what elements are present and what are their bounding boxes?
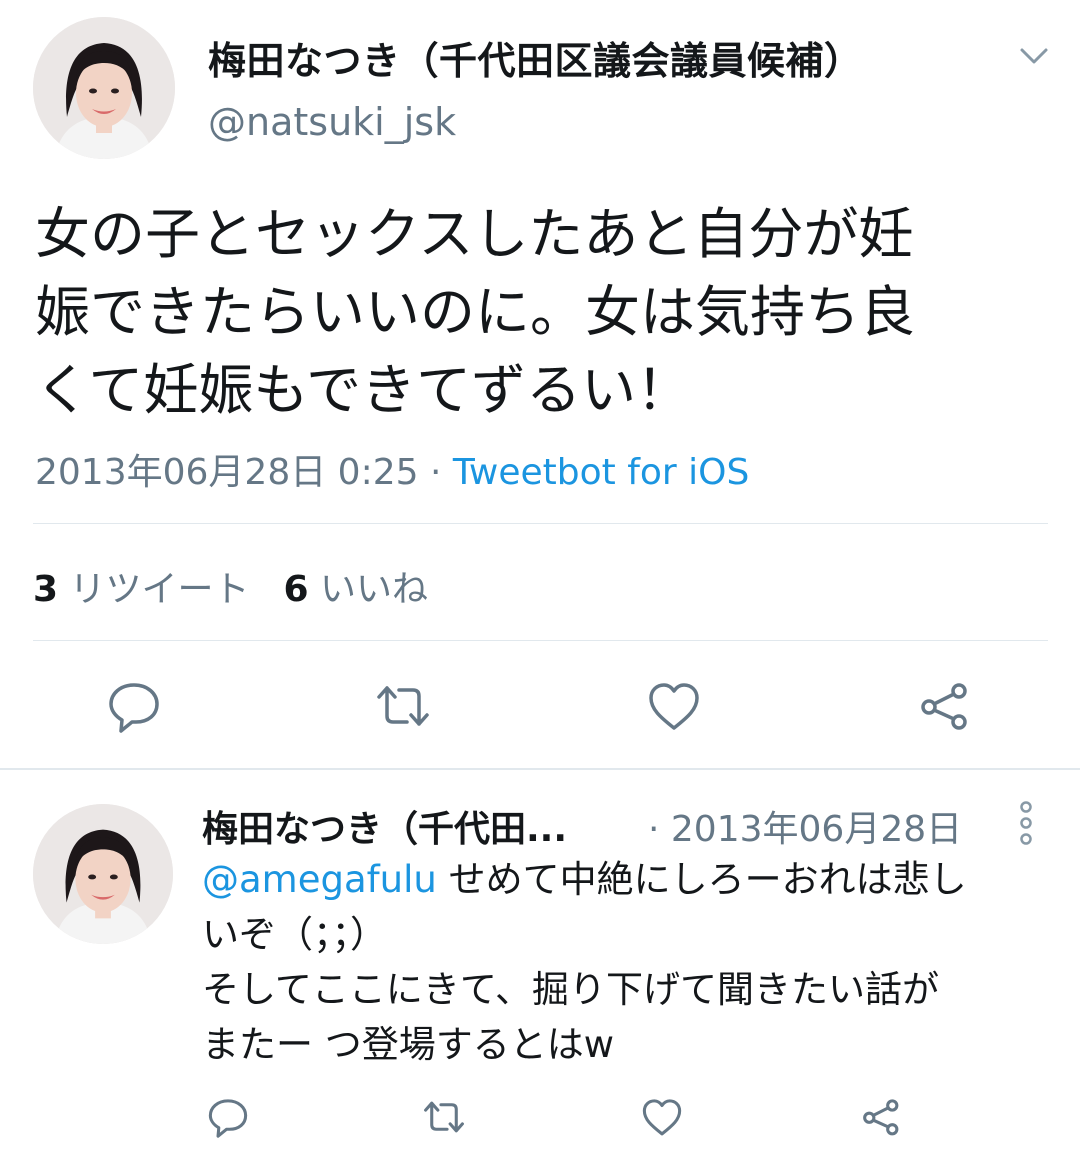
main-tweet: 梅田なつき（千代田区議会議員候補） @natsuki_jsk 女の子とセックスし… (0, 0, 1080, 768)
reply-header: 梅田なつき（千代田... · 2013年06月28日 (202, 800, 1022, 850)
source-link[interactable]: Tweetbot for iOS (453, 452, 749, 493)
retweet-count: 3 (33, 569, 59, 610)
divider (33, 640, 1048, 641)
reply-text: @amegafulu せめて中絶にしろーおれは悲し いぞ（；；） そしてここにき… (202, 852, 1052, 1072)
retweet-stat[interactable]: 3 リツイート (33, 569, 250, 610)
engagement-stats: 3 リツイート 6 いいね (33, 560, 428, 612)
heart-icon[interactable] (639, 1094, 685, 1140)
reply-icon[interactable] (205, 1094, 251, 1140)
chevron-down-icon[interactable] (1014, 40, 1054, 72)
reply-text-line: そしてここにきて、掘り下げて聞きたい話が (202, 968, 940, 1011)
avatar[interactable] (33, 804, 173, 944)
tweet-text-line: 女の子とセックスしたあと自分が妊 (35, 202, 914, 266)
reply-text-line: またー つ登場するとはw (202, 1023, 615, 1066)
kebab-menu-icon[interactable] (1016, 800, 1036, 846)
tweet-text: 女の子とセックスしたあと自分が妊 娠できたらいいのに。女は気持ち良 くて妊娠もで… (35, 195, 1045, 429)
timestamp[interactable]: 2013年06月28日 0:25 (35, 452, 419, 493)
share-icon[interactable] (913, 676, 973, 736)
retweet-icon[interactable] (373, 676, 433, 736)
reply-date[interactable]: · 2013年06月28日 (648, 800, 962, 852)
retweet-label: リツイート (69, 569, 250, 610)
reply-text-line: @amegafulu せめて中絶にしろーおれは悲し (202, 852, 1052, 907)
tweet-text-line: 娠できたらいいのに。女は気持ち良 (35, 280, 916, 344)
share-icon[interactable] (857, 1094, 903, 1140)
like-label: いいね (320, 569, 429, 610)
author-name[interactable]: 梅田なつき（千代田区議会議員候補） (208, 30, 863, 85)
like-stat[interactable]: 6 いいね (284, 569, 429, 610)
tweet-meta: 2013年06月28日 0:25 · Tweetbot for iOS (35, 443, 749, 495)
reply-author-name[interactable]: 梅田なつき（千代田... (202, 800, 567, 852)
tweet-text-line: くて妊娠もできてずるい！ (35, 358, 692, 422)
retweet-icon[interactable] (421, 1094, 467, 1140)
reply-icon[interactable] (104, 676, 164, 736)
reply-text-fragment: せめて中絶にしろーおれは悲し (436, 858, 967, 901)
meta-separator: · (418, 452, 453, 493)
reply-text-line: いぞ（；；） (202, 913, 387, 956)
avatar[interactable] (33, 17, 175, 159)
heart-icon[interactable] (644, 676, 704, 736)
divider (33, 523, 1048, 524)
reply-tweet[interactable]: 梅田なつき（千代田... · 2013年06月28日 @amegafulu せめ… (0, 770, 1080, 1154)
like-count: 6 (283, 569, 309, 610)
mention-link[interactable]: @amegafulu (202, 858, 437, 901)
author-handle[interactable]: @natsuki_jsk (208, 100, 456, 144)
